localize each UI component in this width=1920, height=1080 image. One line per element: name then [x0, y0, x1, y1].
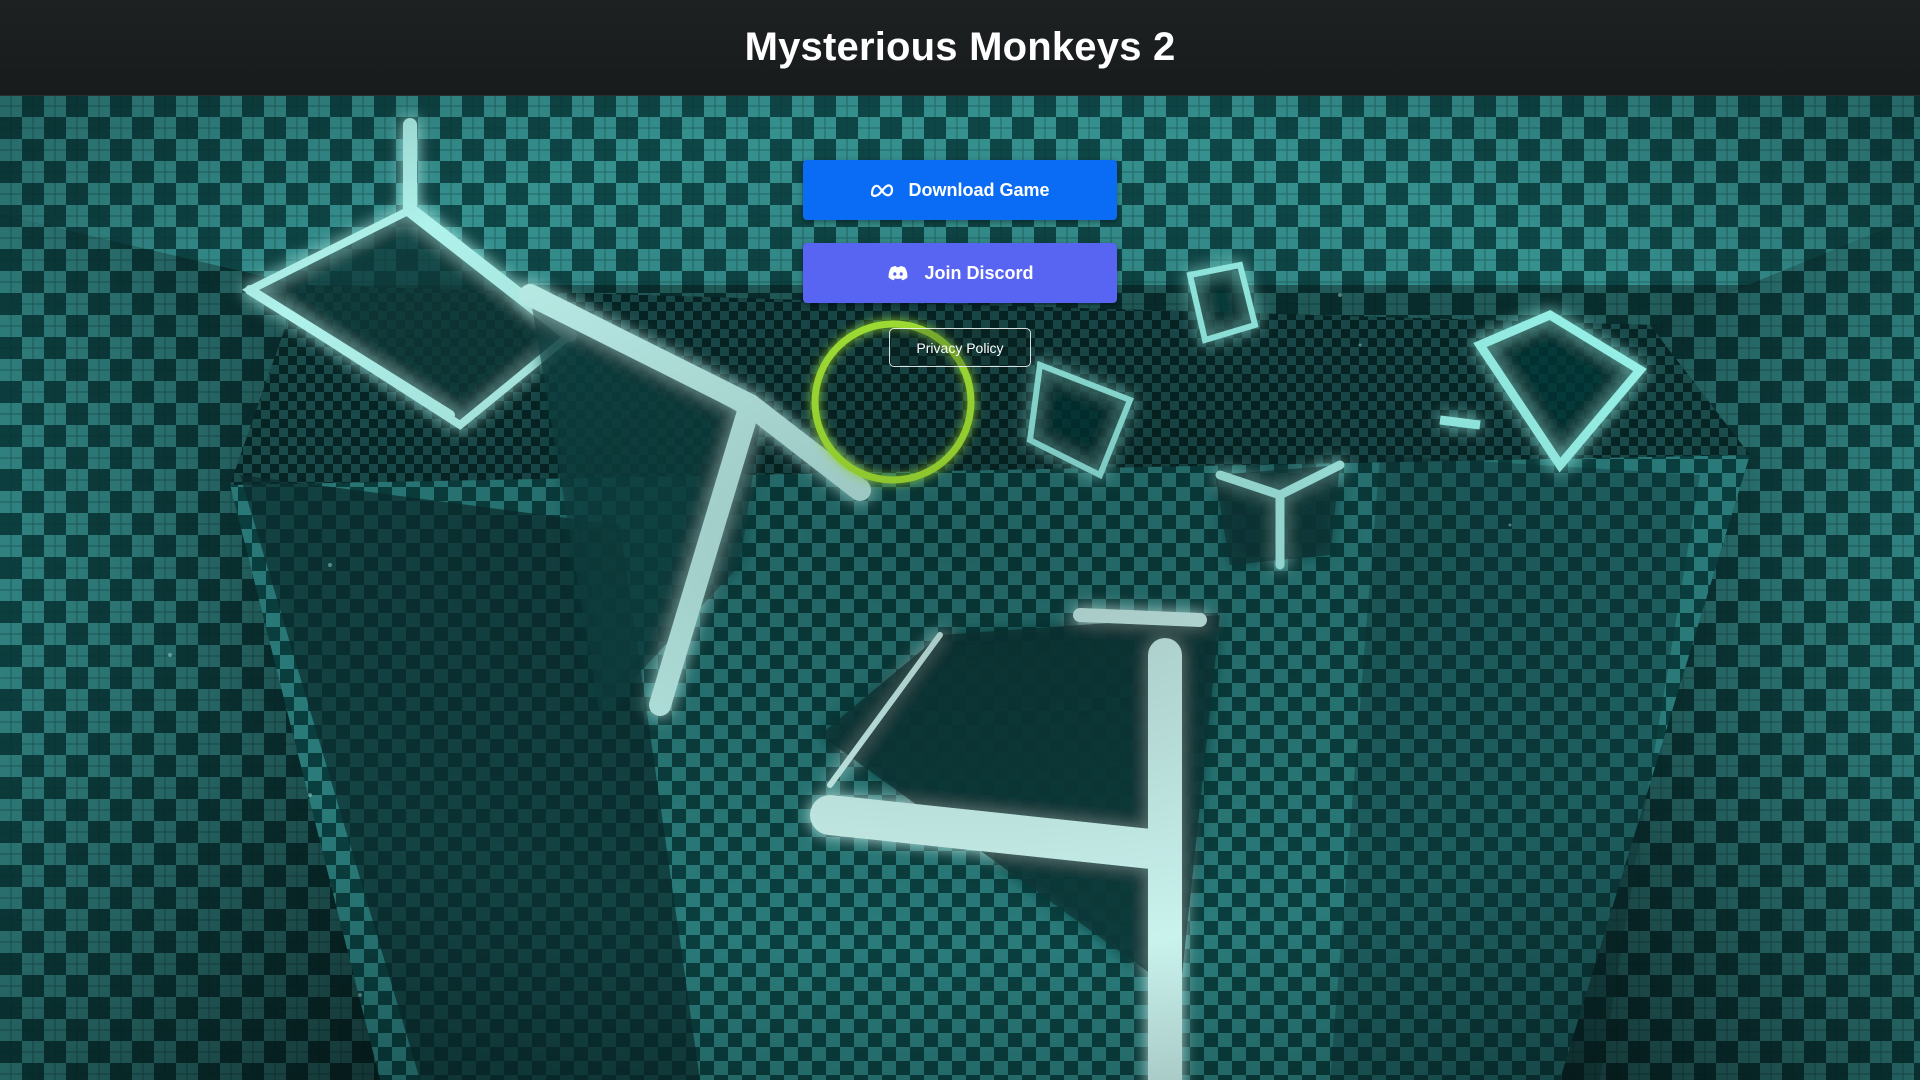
download-game-label: Download Game [908, 179, 1050, 200]
join-discord-label: Join Discord [924, 262, 1034, 283]
join-discord-button[interactable]: Join Discord [803, 243, 1117, 303]
discord-logo-icon [886, 264, 910, 282]
privacy-policy-label: Privacy Policy [916, 339, 1004, 356]
privacy-policy-button[interactable]: Privacy Policy [889, 328, 1031, 367]
top-header-bar: Mysterious Monkeys 2 [0, 0, 1920, 96]
download-game-button[interactable]: Download Game [803, 160, 1117, 220]
page-title: Mysterious Monkeys 2 [744, 25, 1176, 69]
game-landing-page: Mysterious Monkeys 2 Download Game Join … [0, 0, 1920, 1080]
meta-logo-icon [870, 181, 894, 199]
